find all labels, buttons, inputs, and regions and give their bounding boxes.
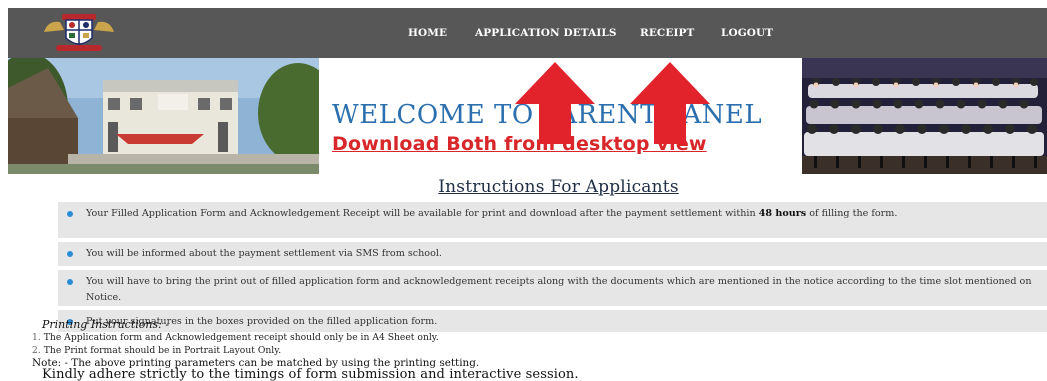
instructions-title: Instructions For Applicants (438, 177, 679, 197)
printing-item: 2. The Print format should be in Portrait… (32, 345, 282, 356)
students-group-photo (802, 58, 1047, 174)
nav-home[interactable]: HOME (408, 27, 447, 39)
adhere-notice: Kindly adhere strictly to the timings of… (42, 367, 579, 381)
school-building-photo (8, 58, 319, 174)
top-navbar: HOME APPLICATION DETAILS RECEIPT LOGOUT (8, 8, 1047, 58)
red-up-arrow-icon (515, 62, 595, 144)
nav-logout[interactable]: LOGOUT (721, 27, 773, 39)
instructions-list: Your Filled Application Form and Acknowl… (58, 202, 1047, 336)
nav-application-details[interactable]: APPLICATION DETAILS (475, 27, 617, 39)
instruction-item: You will be informed about the payment s… (58, 242, 1047, 266)
bullet-icon (67, 211, 73, 217)
instruction-item: Put your signatures in the boxes provide… (58, 310, 1047, 332)
printing-heading: Printing Instructions: - (42, 318, 170, 331)
bullet-icon (67, 251, 73, 257)
bullet-icon (67, 279, 73, 285)
instruction-item: Your Filled Application Form and Acknowl… (58, 202, 1047, 238)
nav-receipt[interactable]: RECEIPT (640, 27, 694, 39)
red-up-arrow-icon (630, 62, 710, 144)
instruction-item: You will have to bring the print out of … (58, 270, 1047, 306)
school-crest-logo[interactable] (40, 10, 118, 54)
printing-item: 1. The Application form and Acknowledgeme… (32, 332, 439, 343)
